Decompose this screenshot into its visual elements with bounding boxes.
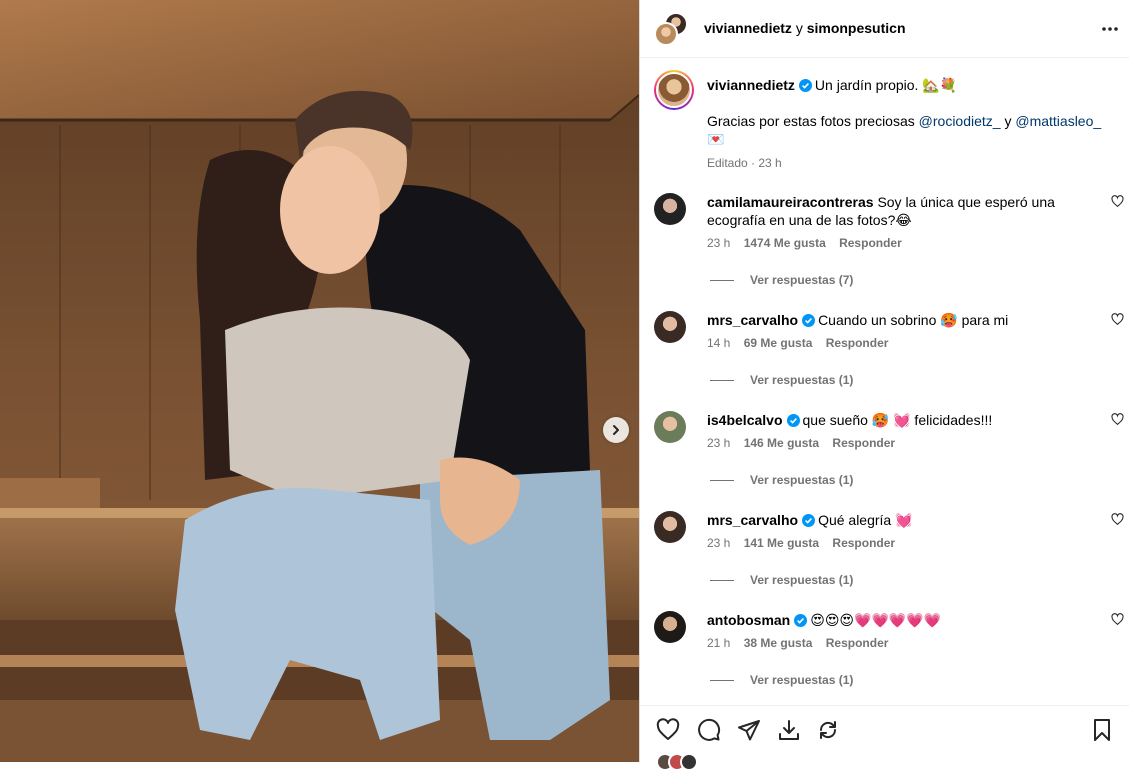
author-link[interactable]: viviannedietz xyxy=(704,20,792,36)
post-header: viviannedietz y simonpesuticn xyxy=(640,0,1129,58)
reply-button[interactable]: Responder xyxy=(832,436,895,450)
view-replies-button[interactable]: Ver respuestas (1) xyxy=(710,673,853,687)
instagram-post: viviannedietz y simonpesuticn viviannedi… xyxy=(0,0,1129,771)
post-photo[interactable] xyxy=(0,0,639,762)
verified-icon xyxy=(798,79,812,92)
avatar[interactable] xyxy=(654,411,686,443)
caption-text: Un jardín propio. 🏡💐 xyxy=(814,77,958,93)
comment-time[interactable]: 14 h xyxy=(707,336,730,350)
verified-icon xyxy=(802,514,816,527)
comment-likes[interactable]: 1474 Me gusta xyxy=(744,236,826,250)
heart-icon[interactable] xyxy=(1111,195,1124,208)
comment-username[interactable]: antobosman xyxy=(707,612,790,628)
verified-icon xyxy=(802,314,816,327)
reply-button[interactable]: Responder xyxy=(839,236,902,250)
comment-text: que sueño 🥵 💓 felicidades!!! xyxy=(802,412,993,428)
bookmark-icon[interactable] xyxy=(1090,718,1114,742)
comment-text: Cuando un sobrino 🥵 para mi xyxy=(818,312,1009,328)
avatar[interactable] xyxy=(654,70,694,110)
heart-icon[interactable] xyxy=(1111,313,1124,326)
comment-time[interactable]: 23 h xyxy=(707,436,730,450)
comment-username[interactable]: mrs_carvalho xyxy=(707,312,798,328)
caption-username[interactable]: viviannedietz xyxy=(707,77,795,93)
view-replies-button[interactable]: Ver respuestas (1) xyxy=(710,573,853,587)
avatar[interactable] xyxy=(654,193,686,225)
comment-likes[interactable]: 146 Me gusta xyxy=(744,436,819,450)
caption-text: Gracias por estas fotos preciosas xyxy=(707,113,915,129)
authors-joiner: y xyxy=(795,20,803,36)
post-side-panel: viviannedietz y simonpesuticn viviannedi… xyxy=(639,0,1129,771)
more-icon[interactable] xyxy=(1100,20,1120,38)
author-link[interactable]: simonpesuticn xyxy=(807,20,906,36)
share-icon[interactable] xyxy=(737,718,761,742)
heart-icon[interactable] xyxy=(1111,613,1124,626)
next-photo-button[interactable] xyxy=(603,417,629,443)
avatar[interactable] xyxy=(654,511,686,543)
caption-emoji: 💌 xyxy=(707,131,725,147)
comment-likes[interactable]: 69 Me gusta xyxy=(744,336,813,350)
comment-username[interactable]: camilamaureiracontreras xyxy=(707,194,874,210)
avatar xyxy=(654,22,678,46)
download-icon[interactable] xyxy=(777,718,801,742)
remix-icon[interactable] xyxy=(816,718,840,742)
view-replies-button[interactable]: Ver respuestas (1) xyxy=(710,373,853,387)
mention-link[interactable]: @rociodietz_ xyxy=(919,113,1001,129)
caption-joiner: y xyxy=(1004,113,1012,129)
avatar[interactable] xyxy=(654,311,686,343)
chevron-right-icon xyxy=(613,425,619,435)
comment-text: Qué alegría 💓 xyxy=(818,512,913,528)
heart-icon[interactable] xyxy=(1111,513,1124,526)
view-replies-button[interactable]: Ver respuestas (7) xyxy=(710,273,853,287)
comment-likes[interactable]: 141 Me gusta xyxy=(744,536,819,550)
comment-time[interactable]: 21 h xyxy=(707,636,730,650)
comment-username[interactable]: is4belcalvo xyxy=(707,412,783,428)
comment-time[interactable]: 23 h xyxy=(707,536,730,550)
reply-button[interactable]: Responder xyxy=(832,536,895,550)
action-bar xyxy=(640,705,1129,762)
post-authors: viviannedietz y simonpesuticn xyxy=(704,20,906,36)
comment-username[interactable]: mrs_carvalho xyxy=(707,512,798,528)
collab-avatars[interactable] xyxy=(654,12,688,46)
comment-text: 😍😍😍💗💗💗💗💗 xyxy=(810,612,942,628)
heart-icon[interactable] xyxy=(1111,413,1124,426)
verified-icon xyxy=(794,614,808,627)
reply-button[interactable]: Responder xyxy=(826,336,889,350)
view-replies-button[interactable]: Ver respuestas (1) xyxy=(710,473,853,487)
verified-icon xyxy=(786,414,800,427)
caption-meta: Editado · 23 h xyxy=(707,156,782,170)
comment-likes[interactable]: 38 Me gusta xyxy=(744,636,813,650)
comment-time[interactable]: 23 h xyxy=(707,236,730,250)
mention-link[interactable]: @mattiasleo_ xyxy=(1015,113,1101,129)
comment-icon[interactable] xyxy=(697,718,721,742)
couple-photo-illustration xyxy=(0,0,639,762)
avatar[interactable] xyxy=(654,611,686,643)
reply-button[interactable]: Responder xyxy=(826,636,889,650)
heart-icon[interactable] xyxy=(656,718,680,742)
